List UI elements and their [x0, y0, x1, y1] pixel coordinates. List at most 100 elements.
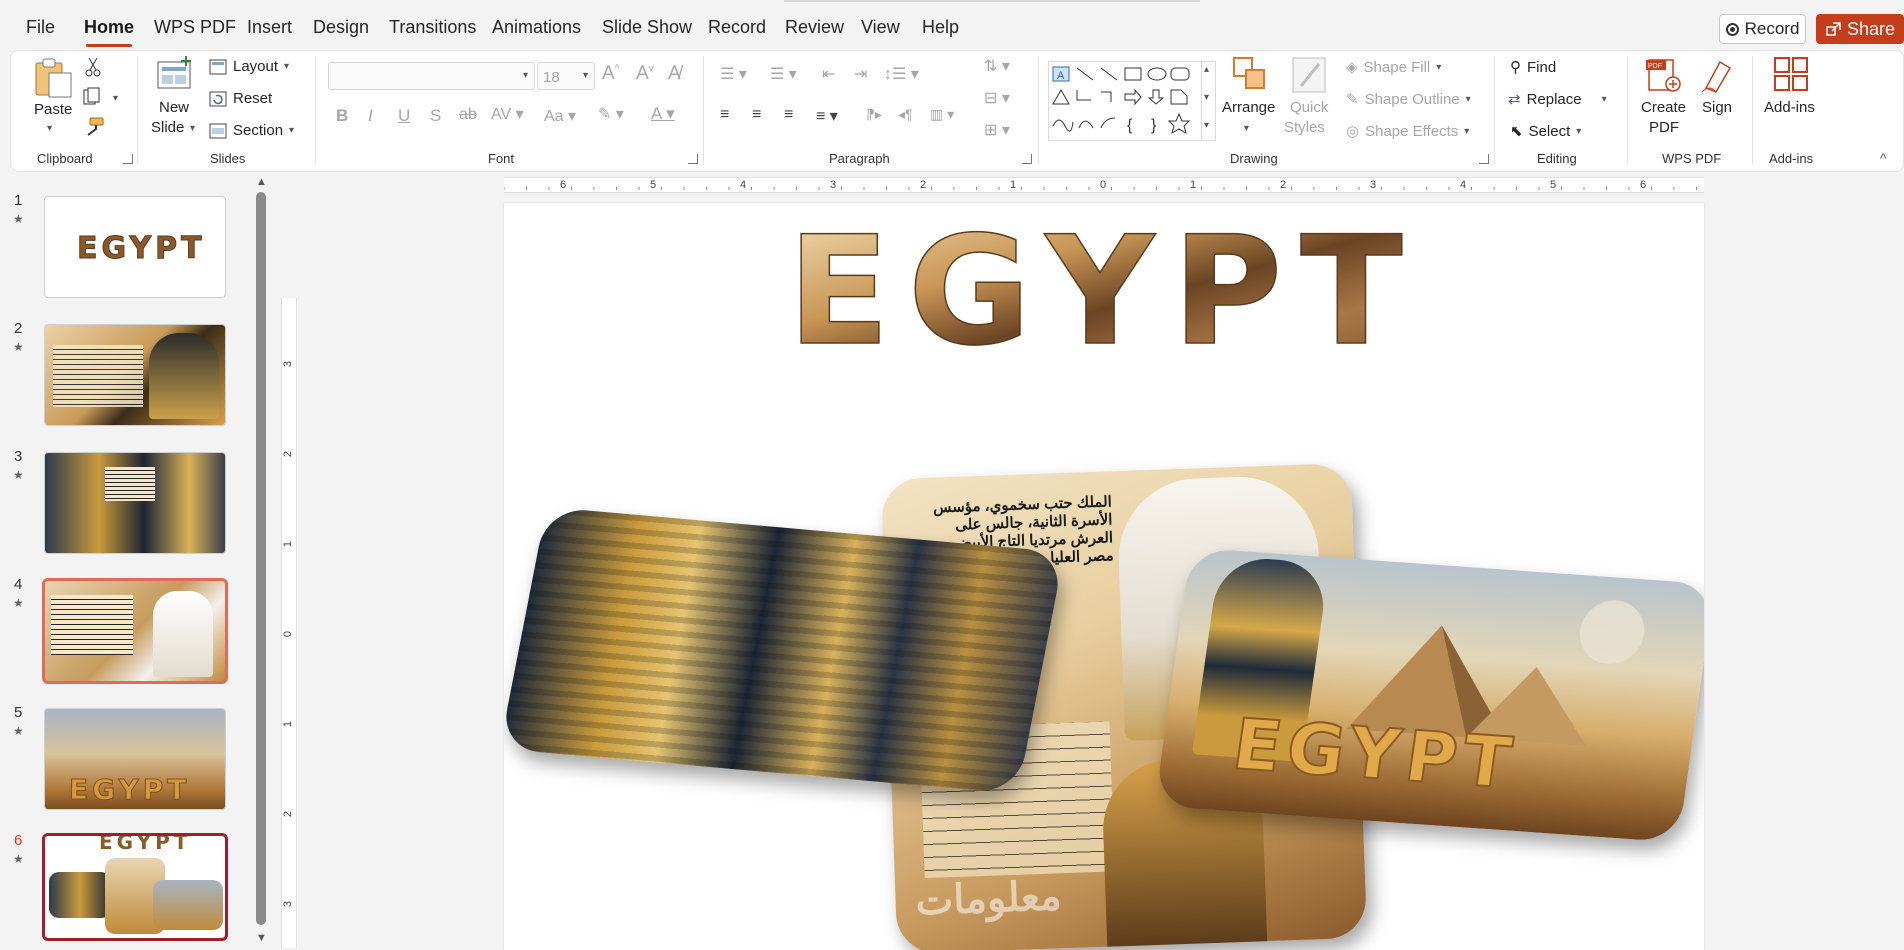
- increase-font-icon[interactable]: A^: [602, 63, 619, 85]
- slide-thumbnail-4[interactable]: [42, 578, 228, 684]
- quick-styles-label-2[interactable]: Styles: [1284, 119, 1325, 136]
- horizontal-ruler[interactable]: 6 5 4 3 2 1 0 1 2 3 4 5 6: [504, 177, 1704, 193]
- thumbnail-scrollbar[interactable]: ▲ ▼: [256, 176, 267, 944]
- change-case-icon[interactable]: Aa ▾: [544, 106, 576, 126]
- cut-icon[interactable]: [85, 57, 101, 82]
- add-ins-icon[interactable]: [1773, 56, 1809, 97]
- replace-button[interactable]: ⇄ Replace ▾: [1508, 90, 1607, 109]
- format-painter-icon[interactable]: [84, 117, 104, 142]
- shape-effects-button[interactable]: ◎ Shape Effects ▾: [1346, 122, 1469, 141]
- paste-icon[interactable]: [33, 57, 73, 104]
- rtl-icon[interactable]: ◂¶: [898, 106, 913, 123]
- text-direction-icon[interactable]: ⇅ ▾: [984, 56, 1010, 76]
- paste-dropdown-icon[interactable]: ▾: [47, 123, 52, 134]
- slide-thumbnail-1[interactable]: EGYPT: [44, 196, 226, 298]
- numbering-icon[interactable]: ☰ ▾: [770, 64, 797, 84]
- underline-icon[interactable]: U: [398, 106, 410, 126]
- new-slide-dropdown-icon[interactable]: ▾: [190, 123, 195, 134]
- tab-help[interactable]: Help: [922, 17, 959, 38]
- clear-formatting-icon[interactable]: A̸: [668, 63, 681, 85]
- align-left-icon[interactable]: ≡: [720, 106, 729, 124]
- tab-wps-pdf[interactable]: WPS PDF: [154, 17, 236, 38]
- strikethrough-icon[interactable]: ab: [459, 106, 477, 124]
- italic-icon[interactable]: I: [368, 106, 373, 126]
- paste-button[interactable]: Paste: [34, 101, 72, 118]
- slide-thumbnail-2[interactable]: [44, 324, 226, 426]
- tab-review[interactable]: Review: [785, 17, 844, 38]
- slide-thumbnail-5[interactable]: EGYPT: [44, 708, 226, 810]
- shadow-icon[interactable]: S: [430, 106, 441, 126]
- pharaoh-masks-card[interactable]: [504, 506, 1065, 795]
- copy-dropdown-icon[interactable]: ▾: [113, 93, 118, 104]
- font-size-select[interactable]: 18 ▾: [537, 62, 595, 90]
- justify-icon[interactable]: ≡ ▾: [816, 106, 838, 126]
- quick-styles-icon[interactable]: [1291, 56, 1327, 99]
- increase-indent-icon[interactable]: ⇥: [854, 64, 867, 84]
- reset-button[interactable]: Reset: [209, 90, 272, 107]
- section-button[interactable]: Section ▾: [209, 122, 294, 139]
- drawing-launcher-icon[interactable]: [1479, 154, 1489, 164]
- font-size-dropdown-icon[interactable]: ▾: [583, 70, 588, 81]
- gallery-scroll[interactable]: ▴ ▾ ▾: [1201, 62, 1215, 140]
- highlight-icon[interactable]: ✎ ▾: [598, 104, 624, 124]
- new-slide-label-1[interactable]: New: [159, 99, 189, 116]
- tab-insert[interactable]: Insert: [247, 17, 292, 38]
- tab-view[interactable]: View: [861, 17, 900, 38]
- tab-file[interactable]: File: [26, 17, 55, 38]
- slide-thumbnail-3[interactable]: [44, 452, 226, 554]
- arrange-icon[interactable]: [1232, 56, 1268, 97]
- tab-home[interactable]: Home: [84, 17, 134, 47]
- shape-fill-button[interactable]: ◈ Shape Fill ▾: [1346, 58, 1441, 77]
- shapes-gallery[interactable]: A {} ▴ ▾ ▾: [1048, 61, 1216, 141]
- font-color-icon[interactable]: A ▾: [651, 104, 675, 124]
- bold-icon[interactable]: B: [336, 106, 348, 126]
- columns-icon[interactable]: ▥ ▾: [930, 106, 954, 123]
- create-pdf-label-2[interactable]: PDF: [1649, 119, 1679, 136]
- tab-slide-show[interactable]: Slide Show: [602, 17, 692, 38]
- current-slide[interactable]: EGYPT الملك حتب سخموي، مؤسس الأسرة الثان…: [504, 203, 1704, 950]
- scroll-up-icon[interactable]: ▲: [256, 176, 267, 188]
- decrease-indent-icon[interactable]: ⇤: [822, 64, 835, 84]
- ltr-icon[interactable]: ⁋▸: [866, 106, 882, 123]
- align-text-icon[interactable]: ⊟ ▾: [984, 88, 1010, 108]
- arrange-dropdown-icon[interactable]: ▾: [1244, 123, 1249, 134]
- slide-thumbnail-6[interactable]: EGYPT: [42, 833, 228, 941]
- layout-button[interactable]: Layout ▾: [209, 58, 289, 75]
- pyramids-card[interactable]: EGYPT: [1154, 547, 1704, 843]
- copy-icon[interactable]: [83, 87, 105, 112]
- shape-outline-button[interactable]: ✎ Shape Outline ▾: [1346, 90, 1471, 109]
- scroll-down-icon[interactable]: ▼: [256, 932, 267, 944]
- select-button[interactable]: ⬉ Select ▾: [1510, 122, 1581, 141]
- line-spacing-icon[interactable]: ↕☰ ▾: [884, 64, 919, 84]
- new-slide-icon[interactable]: [156, 56, 194, 95]
- tab-design[interactable]: Design: [313, 17, 369, 38]
- share-button[interactable]: Share: [1816, 14, 1904, 44]
- find-button[interactable]: ⚲ Find: [1510, 58, 1556, 77]
- create-pdf-icon[interactable]: PDF: [1645, 56, 1681, 99]
- font-launcher-icon[interactable]: [688, 154, 698, 164]
- smartart-icon[interactable]: ⊞ ▾: [984, 120, 1010, 140]
- new-slide-label-2[interactable]: Slide: [151, 119, 184, 136]
- add-ins-button[interactable]: Add-ins: [1764, 99, 1815, 116]
- create-pdf-label-1[interactable]: Create: [1641, 99, 1686, 116]
- bullets-icon[interactable]: ☰ ▾: [720, 64, 747, 84]
- tab-animations[interactable]: Animations: [492, 17, 581, 38]
- character-spacing-icon[interactable]: AV ▾: [491, 104, 524, 124]
- slide-title[interactable]: EGYPT: [787, 204, 1420, 373]
- tab-transitions[interactable]: Transitions: [389, 17, 476, 38]
- align-center-icon[interactable]: ≡: [752, 106, 761, 124]
- sign-button[interactable]: Sign: [1702, 99, 1732, 116]
- record-button[interactable]: Record: [1719, 14, 1806, 44]
- font-family-dropdown-icon[interactable]: ▾: [523, 70, 528, 81]
- clipboard-launcher-icon[interactable]: [123, 154, 133, 164]
- sign-icon[interactable]: [1700, 56, 1736, 99]
- scroll-thumb[interactable]: [256, 192, 266, 925]
- decrease-font-icon[interactable]: Av: [636, 63, 654, 85]
- tab-record[interactable]: Record: [708, 17, 766, 38]
- font-family-select[interactable]: ▾: [328, 62, 535, 90]
- collapse-ribbon-icon[interactable]: ^: [1880, 150, 1887, 166]
- align-right-icon[interactable]: ≡: [784, 106, 793, 124]
- vertical-ruler[interactable]: 3 2 1 0 1 2 3: [281, 298, 297, 948]
- quick-styles-label-1[interactable]: Quick: [1290, 99, 1328, 116]
- paragraph-launcher-icon[interactable]: [1022, 154, 1032, 164]
